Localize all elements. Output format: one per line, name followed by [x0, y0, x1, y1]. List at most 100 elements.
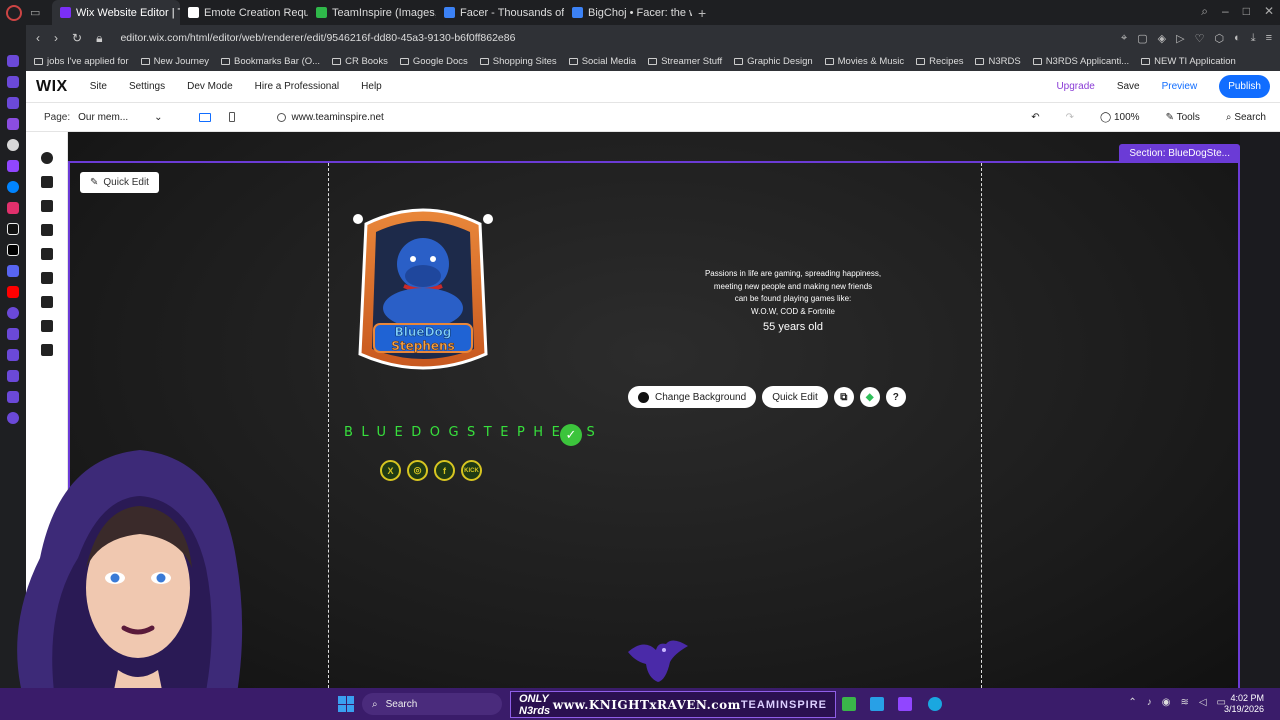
taskbar-edge-icon[interactable]: [928, 697, 942, 711]
bookmark-item[interactable]: Google Docs: [399, 56, 468, 67]
download-icon[interactable]: ⤓: [1251, 32, 1256, 45]
instagram-social-icon[interactable]: ◎: [407, 460, 428, 481]
pages-icon[interactable]: [41, 200, 53, 212]
workspace-icon[interactable]: [7, 76, 19, 88]
bookmark-item[interactable]: Movies & Music: [824, 56, 904, 67]
downloads-sidebar-icon[interactable]: [7, 370, 19, 382]
bookmark-item[interactable]: N3RDS Applicanti...: [1032, 56, 1129, 67]
new-tab-icon[interactable]: +: [698, 5, 706, 21]
chevron-up-icon[interactable]: ⌃: [1128, 697, 1136, 708]
change-background-button[interactable]: Change Background: [628, 386, 757, 408]
taskbar-search[interactable]: ⌕ Search: [362, 693, 502, 715]
browser-tab[interactable]: BigChoj • Facer: the world: [564, 0, 692, 25]
add-elements-icon[interactable]: [41, 152, 53, 164]
browser-tab[interactable]: Facer - Thousands of FRE: [436, 0, 564, 25]
chatgpt-icon[interactable]: [7, 139, 19, 151]
menu-dev-mode[interactable]: Dev Mode: [187, 81, 233, 92]
twitch-sidebar-icon[interactable]: [7, 160, 19, 172]
search-button[interactable]: ⌕ Search: [1226, 112, 1266, 123]
player-icon[interactable]: [7, 307, 19, 319]
extensions-icon[interactable]: ⬡: [1214, 32, 1224, 45]
save-button[interactable]: Save: [1117, 81, 1140, 92]
wix-logo[interactable]: WIX: [36, 78, 68, 96]
discord-icon[interactable]: [7, 265, 19, 277]
tools-button[interactable]: ✎ Tools: [1166, 112, 1200, 123]
section-label[interactable]: Section: BlueDogSte...: [1119, 144, 1240, 163]
bluedog-logo[interactable]: BlueDog Stephens: [346, 204, 500, 384]
preview-button[interactable]: Preview: [1162, 81, 1198, 92]
extensions-sidebar-icon[interactable]: [7, 391, 19, 403]
bookmark-item[interactable]: Social Media: [568, 56, 636, 67]
layout-icon[interactable]: ⧉: [833, 387, 854, 407]
bookmark-item[interactable]: CR Books: [332, 56, 388, 67]
chevron-down-icon[interactable]: ⌄: [154, 112, 162, 123]
bookmark-item[interactable]: N3RDS: [975, 56, 1021, 67]
settings-icon[interactable]: [7, 412, 19, 424]
quick-edit-button[interactable]: ✎ Quick Edit: [80, 172, 159, 193]
apps-icon[interactable]: [41, 248, 53, 260]
bookmark-item[interactable]: Recipes: [916, 56, 963, 67]
volume-icon[interactable]: ◁: [1199, 697, 1207, 708]
menu-site[interactable]: Site: [90, 81, 107, 92]
bio-text[interactable]: Passions in life are gaming, spreading h…: [688, 268, 898, 334]
redo-icon[interactable]: ↷: [1066, 112, 1074, 123]
url-field[interactable]: editor.wix.com/html/editor/web/renderer/…: [120, 32, 515, 44]
add-section-icon[interactable]: [41, 176, 53, 188]
twitch-icon[interactable]: [7, 118, 19, 130]
mobile-view-icon[interactable]: [228, 112, 235, 122]
bookmark-item[interactable]: Shopping Sites: [479, 56, 557, 67]
x-icon[interactable]: [7, 244, 19, 256]
windows-start-icon[interactable]: [338, 696, 354, 712]
minimize-icon[interactable]: –: [1222, 4, 1229, 19]
tabs-icon[interactable]: [7, 97, 19, 109]
close-icon[interactable]: ✕: [1264, 4, 1274, 19]
menu-icon[interactable]: ≡: [1266, 32, 1272, 45]
x-social-icon[interactable]: X: [380, 460, 401, 481]
taskbar-notepad-icon[interactable]: [870, 697, 884, 711]
profile-icon[interactable]: ◐: [1234, 32, 1241, 45]
bookmark-item[interactable]: New Journey: [140, 56, 209, 67]
youtube-icon[interactable]: [7, 286, 19, 298]
taskbar-twitch-icon[interactable]: [898, 697, 912, 711]
mic-icon[interactable]: ◉: [1162, 697, 1171, 708]
design-icon[interactable]: [41, 224, 53, 236]
browser-tab[interactable]: Emote Creation Request: [180, 0, 308, 25]
facebook-social-icon[interactable]: f: [434, 460, 455, 481]
opera-logo-icon[interactable]: [6, 4, 22, 21]
menu-help[interactable]: Help: [361, 81, 382, 92]
business-apps-icon[interactable]: [41, 272, 53, 284]
instagram-icon[interactable]: [7, 202, 19, 214]
menu-settings[interactable]: Settings: [129, 81, 165, 92]
wifi-icon[interactable]: ≋: [1180, 697, 1188, 708]
clock[interactable]: 4:02 PM 3/19/2026: [1224, 693, 1264, 715]
upgrade-button[interactable]: Upgrade: [1056, 81, 1094, 92]
taskbar-app-icon[interactable]: [842, 697, 856, 711]
undo-icon[interactable]: ↶: [1031, 112, 1039, 123]
back-icon[interactable]: ‹: [36, 31, 40, 46]
tiktok-icon[interactable]: [7, 223, 19, 235]
forward-icon[interactable]: ›: [54, 31, 58, 46]
browser-tab[interactable]: Wix Website Editor | Team: [52, 0, 180, 25]
site-domain[interactable]: www.teaminspire.net: [292, 112, 384, 123]
tab-list-icon[interactable]: ▭: [30, 0, 46, 25]
messenger-icon[interactable]: [7, 181, 19, 193]
portfolio-icon[interactable]: [41, 344, 53, 356]
desktop-view-icon[interactable]: [198, 112, 211, 122]
heart-sidebar-icon[interactable]: [7, 328, 19, 340]
bookmark-item[interactable]: Bookmarks Bar (O...: [221, 56, 320, 67]
media-icon[interactable]: [41, 296, 53, 308]
zoom-control[interactable]: ◯ 100%: [1100, 112, 1140, 123]
play-icon[interactable]: ▷: [1176, 32, 1184, 45]
menu-hire-professional[interactable]: Hire a Professional: [255, 81, 339, 92]
browser-tab[interactable]: TeamInspire (Images, Pos: [308, 0, 436, 25]
heart-icon[interactable]: ♡: [1195, 32, 1205, 45]
speaker-icon[interactable]: ♪: [1147, 697, 1152, 708]
bookmark-item[interactable]: Streamer Stuff: [648, 56, 722, 67]
quick-edit-toolbar-button[interactable]: Quick Edit: [762, 386, 828, 408]
help-button[interactable]: ?: [885, 387, 906, 407]
screenshot-icon[interactable]: ▢: [1137, 32, 1147, 45]
history-icon[interactable]: [7, 349, 19, 361]
bookmark-item[interactable]: Graphic Design: [734, 56, 813, 67]
aria-icon[interactable]: [7, 55, 19, 67]
maximize-icon[interactable]: □: [1243, 4, 1250, 19]
